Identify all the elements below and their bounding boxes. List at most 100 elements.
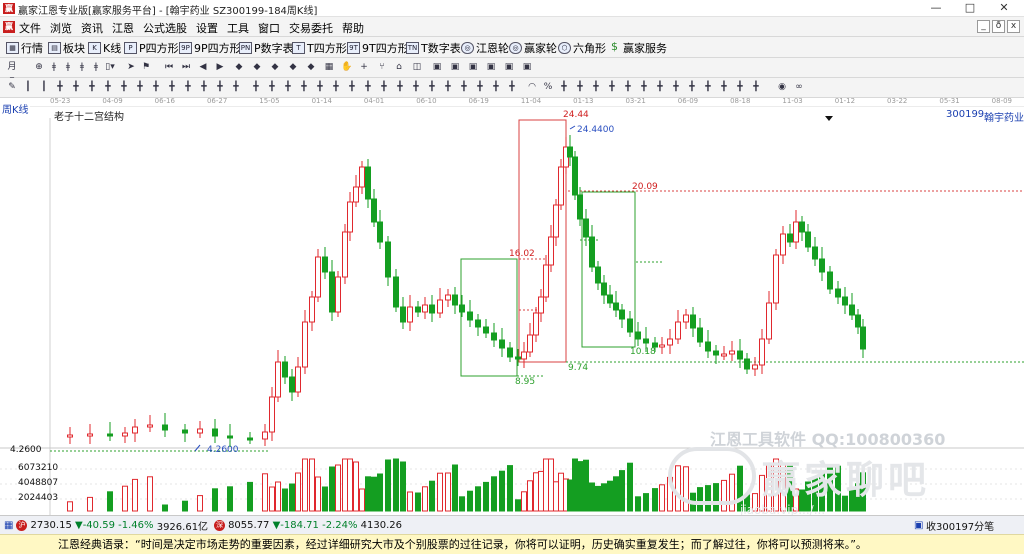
quote-button[interactable]: ▦ 行情 [6,39,43,56]
draw-tool-30[interactable]: ╋ [490,81,502,94]
color-wheel-icon[interactable]: ◉ [776,81,788,94]
draw-tool-29[interactable]: ╋ [474,81,486,94]
draw-tool-44[interactable]: ╋ [750,81,762,94]
winner-wheel-button[interactable]: ◎ 赢家轮 [509,39,557,56]
mdi-restore-button[interactable]: ð [992,20,1005,33]
bar-icon-2[interactable]: ǂ [62,61,74,74]
cursor-icon[interactable]: ➤ [125,61,137,74]
draw-tool-3[interactable]: ╋ [54,81,66,94]
9t-square-button[interactable]: 9T 9T四方形 [347,39,409,56]
chart-icon-3[interactable]: ▣ [467,61,479,74]
gann-wheel-button[interactable]: ◎ 江恩轮 [461,39,509,56]
9p-square-button[interactable]: 9P 9P四方形 [179,39,241,56]
percent-tool-icon[interactable]: % [542,81,554,94]
flag-icon[interactable]: ⚑ [140,61,152,74]
chart-icon-5[interactable]: ▣ [503,61,515,74]
bookmark-icon[interactable]: ◫ [411,61,423,74]
draw-tool-32[interactable]: ╋ [558,81,570,94]
t-number-table-button[interactable]: TN T数字表 [406,39,461,56]
draw-tool-10[interactable]: ╋ [166,81,178,94]
diamond-icon-4[interactable]: ◆ [287,61,299,74]
draw-tool-36[interactable]: ╋ [622,81,634,94]
mdi-close-button[interactable]: x [1007,20,1020,33]
diamond-icon-1[interactable]: ◆ [233,61,245,74]
draw-tool-40[interactable]: ╋ [686,81,698,94]
draw-tool-25[interactable]: ╋ [410,81,422,94]
arc-tool-icon[interactable]: ◠ [526,81,538,94]
chart-icon-6[interactable]: ▣ [521,61,533,74]
menu-file[interactable]: 文件 [19,20,41,36]
hexagon-button[interactable]: ⬡ 六角形 [558,39,606,56]
draw-tool-15[interactable]: ╋ [250,81,262,94]
menu-window[interactable]: 窗口 [258,20,280,36]
draw-tool-38[interactable]: ╋ [654,81,666,94]
draw-tool-41[interactable]: ╋ [702,81,714,94]
sector-button[interactable]: ▤ 板块 [48,39,85,56]
chart-icon-4[interactable]: ▣ [485,61,497,74]
draw-tool-16[interactable]: ╋ [266,81,278,94]
chart-icon-2[interactable]: ▣ [449,61,461,74]
menu-formula[interactable]: 公式选股 [143,20,187,36]
prev-icon[interactable]: ◀ [197,61,209,74]
menu-help[interactable]: 帮助 [342,20,364,36]
draw-tool-17[interactable]: ╋ [282,81,294,94]
maximize-button[interactable]: □ [955,0,985,16]
last-icon[interactable]: ⏭ [180,61,192,74]
bar-icon-3[interactable]: ǂ [76,61,88,74]
mdi-minimize-button[interactable]: _ [977,20,990,33]
draw-tool-5[interactable]: ╋ [86,81,98,94]
kline-button[interactable]: K K线 [88,39,121,56]
draw-tool-33[interactable]: ╋ [574,81,586,94]
magnify-icon[interactable]: ⊕ [33,61,45,74]
bar-icon-1[interactable]: ǂ [48,61,60,74]
close-button[interactable]: ✕ [989,0,1019,16]
draw-tool-37[interactable]: ╋ [638,81,650,94]
t-square-button[interactable]: T T四方形 [292,39,347,56]
draw-tool-12[interactable]: ╋ [198,81,210,94]
draw-tool-34[interactable]: ╋ [590,81,602,94]
next-icon[interactable]: ▶ [214,61,226,74]
menu-settings[interactable]: 设置 [196,20,218,36]
status-info-icon[interactable]: ▣ [914,520,923,531]
crosshair-icon[interactable]: + [358,61,370,74]
table-icon[interactable]: ▦ [323,61,335,74]
draw-tool-35[interactable]: ╋ [606,81,618,94]
draw-tool-26[interactable]: ╋ [426,81,438,94]
draw-tool-20[interactable]: ╋ [330,81,342,94]
scroll-down-arrow-icon[interactable] [825,116,833,121]
diamond-icon-5[interactable]: ◆ [305,61,317,74]
draw-tool-11[interactable]: ╋ [182,81,194,94]
menu-trade[interactable]: 交易委托 [289,20,333,36]
minimize-button[interactable]: — [921,0,951,16]
draw-tool-21[interactable]: ╋ [346,81,358,94]
draw-tool-14[interactable]: ╋ [230,81,242,94]
menu-tools[interactable]: 工具 [227,20,249,36]
draw-tool-24[interactable]: ╋ [394,81,406,94]
draw-tool-4[interactable]: ╋ [70,81,82,94]
status-grid-icon[interactable]: ▦ [4,520,13,531]
menu-info[interactable]: 资讯 [81,20,103,36]
menu-browse[interactable]: 浏览 [50,20,72,36]
kline-chart[interactable]: 24.44 24.4400 20.09 16.02 10.18 9.74 8.9… [0,107,1024,517]
draw-tool-22[interactable]: ╋ [362,81,374,94]
pencil-icon[interactable]: ✎ [6,81,18,94]
period-select-icon[interactable]: 月▾ [6,61,18,85]
draw-tool-43[interactable]: ╋ [734,81,746,94]
chart-icon-1[interactable]: ▣ [431,61,443,74]
fork-icon[interactable]: ⑂ [376,61,388,74]
menu-gann[interactable]: 江恩 [112,20,134,36]
draw-tool-2[interactable]: ┃ [38,81,50,94]
bar-icon-4[interactable]: ǂ [90,61,102,74]
draw-tool-1[interactable]: ┃ [22,81,34,94]
draw-tool-23[interactable]: ╋ [378,81,390,94]
infinity-icon[interactable]: ∞ [793,81,805,94]
tag-icon[interactable]: ⌂ [393,61,405,74]
draw-tool-28[interactable]: ╋ [458,81,470,94]
candle-select-icon[interactable]: ▯▾ [104,61,116,74]
draw-tool-8[interactable]: ╋ [134,81,146,94]
draw-tool-27[interactable]: ╋ [442,81,454,94]
draw-tool-42[interactable]: ╋ [718,81,730,94]
app-menu-logo-icon[interactable]: 赢 [3,21,15,33]
hand-icon[interactable]: ✋ [341,61,353,74]
draw-tool-31[interactable]: ╋ [506,81,518,94]
